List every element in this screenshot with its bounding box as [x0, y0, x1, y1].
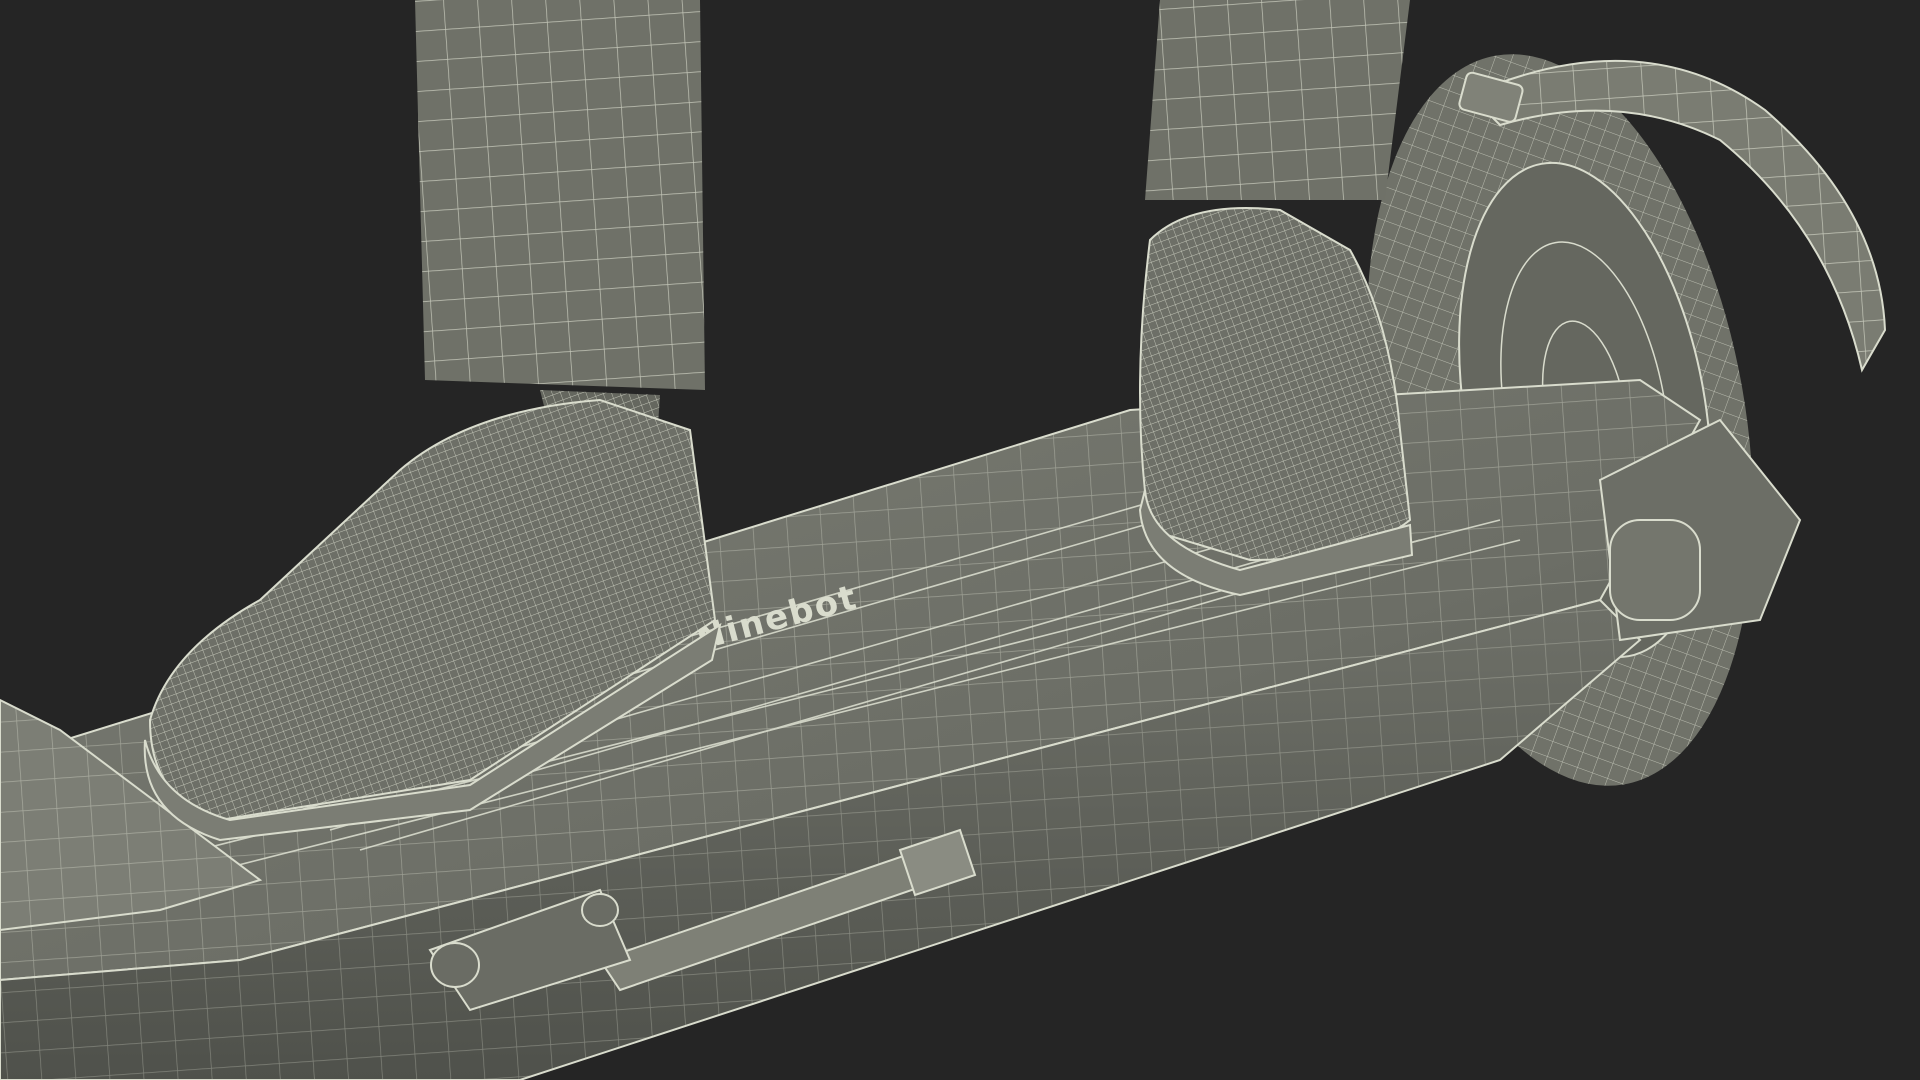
right-leg: [1145, 0, 1410, 200]
render-canvas: Ninebot: [0, 0, 1887, 1080]
left-leg: [415, 0, 705, 470]
wireframe-render-scene: Ninebot: [0, 0, 1920, 1080]
